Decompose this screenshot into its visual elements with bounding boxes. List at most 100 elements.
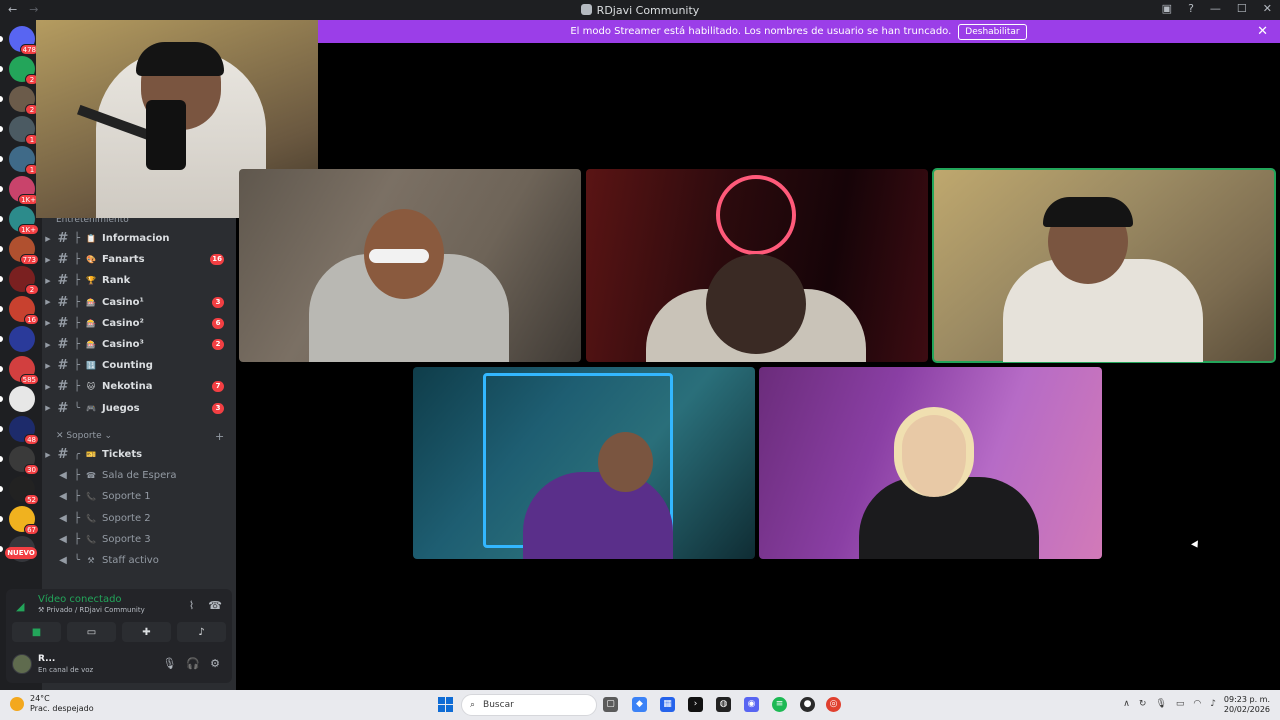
help-icon[interactable]: ?: [1188, 2, 1194, 15]
server-icon[interactable]: [9, 326, 35, 352]
hash-icon: #: [57, 400, 69, 416]
screen-share-button[interactable]: ▭: [67, 622, 116, 642]
inbox-icon[interactable]: ▣: [1162, 2, 1172, 15]
voice-channel-item[interactable]: ◀ ├ 📞 Soporte 3: [42, 529, 236, 550]
collapse-arrow-icon[interactable]: ▶: [42, 362, 54, 370]
server-icon[interactable]: 2: [9, 56, 39, 85]
voice-channel[interactable]: ⚒ Privado / RDjavi Community: [38, 606, 145, 614]
channel-item[interactable]: ▶ # ├ 🎰 Casino³ 2: [42, 334, 236, 355]
headphones-icon[interactable]: 🎧: [186, 657, 200, 670]
voice-channel-item[interactable]: ◀ ├ ☎ Sala de Espera: [42, 465, 236, 486]
hash-icon: #: [57, 447, 69, 462]
server-badge: 48: [24, 434, 39, 445]
collapse-arrow-icon[interactable]: ▶: [42, 341, 54, 349]
server-icon[interactable]: 1: [9, 146, 39, 175]
terminal-icon[interactable]: ›: [688, 697, 703, 712]
channel-item[interactable]: ▶ # ├ 🏆 Rank: [42, 270, 236, 291]
start-button[interactable]: [438, 697, 453, 712]
maximize-icon[interactable]: ☐: [1237, 2, 1247, 15]
unread-pip: [0, 96, 3, 102]
discord-icon[interactable]: ◉: [744, 697, 759, 712]
server-icon[interactable]: 2: [9, 266, 39, 295]
activities-button[interactable]: ✚: [122, 622, 171, 642]
webcam-cap: [136, 42, 224, 76]
channel-label: Casino³: [102, 339, 144, 350]
chevron-up-icon[interactable]: ∧: [1123, 699, 1130, 709]
minimize-icon[interactable]: —: [1210, 2, 1221, 15]
camera-button[interactable]: ■: [12, 622, 61, 642]
add-channel-icon[interactable]: +: [215, 430, 224, 443]
server-icon[interactable]: 16: [9, 296, 39, 325]
server-icon[interactable]: 67: [9, 506, 39, 535]
voice-channel-item[interactable]: ◀ ├ 📞 Soporte 1: [42, 486, 236, 507]
unread-pip: [0, 186, 3, 192]
channel-item[interactable]: ▶ # ├ 🎰 Casino² 6: [42, 313, 236, 334]
microphone-icon[interactable]: 🎙: [162, 657, 176, 670]
weather-widget[interactable]: 24°C Prac. despejado: [10, 694, 94, 714]
tree-line-icon: ├: [73, 512, 81, 524]
app-icon[interactable]: ◍: [716, 697, 731, 712]
close-window-icon[interactable]: ✕: [1263, 2, 1272, 15]
participant-cap: [1043, 197, 1133, 227]
video-tile-5[interactable]: [759, 367, 1102, 559]
noise-suppression-icon[interactable]: ⌇: [189, 599, 194, 612]
collapse-arrow-icon[interactable]: ▶: [42, 319, 54, 327]
wifi-icon[interactable]: ◠: [1193, 699, 1201, 709]
copilot-icon[interactable]: ◆: [632, 697, 647, 712]
volume-icon[interactable]: ♪: [1210, 699, 1216, 709]
server-icon[interactable]: 585: [9, 356, 39, 385]
video-tile-3-speaking[interactable]: [932, 168, 1276, 363]
server-icon[interactable]: 1: [9, 116, 39, 145]
channel-item[interactable]: ▶ # ╭ 🎫 Tickets: [42, 444, 236, 465]
soundboard-button[interactable]: ♪: [177, 622, 226, 642]
mic-tray-icon[interactable]: 🎙: [1155, 699, 1166, 709]
signal-icon[interactable]: ◢: [16, 600, 24, 613]
server-icon[interactable]: 52: [9, 476, 39, 505]
disconnect-icon[interactable]: ☎: [208, 599, 222, 612]
settings-gear-icon[interactable]: ⚙: [210, 657, 220, 670]
server-icon[interactable]: [9, 386, 35, 412]
video-tile-2[interactable]: [586, 169, 928, 362]
task-view-icon[interactable]: ▢: [603, 697, 618, 712]
collapse-arrow-icon[interactable]: ▶: [42, 404, 54, 412]
collapse-arrow-icon[interactable]: ▶: [42, 277, 54, 285]
collapse-arrow-icon[interactable]: ▶: [42, 383, 54, 391]
channel-item[interactable]: ▶ # ╰ 🎮 Juegos 3: [42, 398, 236, 419]
video-tile-4[interactable]: [413, 367, 755, 559]
channel-item[interactable]: ▶ # ├ 🎨 Fanarts 16: [42, 249, 236, 270]
collapse-arrow-icon[interactable]: ▶: [42, 451, 54, 459]
server-icon[interactable]: 478: [9, 26, 39, 55]
server-icon[interactable]: 1K+: [9, 176, 39, 205]
channel-item[interactable]: ▶ # ├ 🔢 Counting: [42, 355, 236, 376]
server-icon[interactable]: 30: [9, 446, 39, 475]
voice-channel-item[interactable]: ◀ ├ 📞 Soporte 2: [42, 508, 236, 529]
close-banner-icon[interactable]: ✕: [1257, 24, 1268, 39]
spotify-icon[interactable]: ≡: [772, 697, 787, 712]
server-icon[interactable]: 1K+: [9, 206, 39, 235]
video-tile-1[interactable]: [239, 169, 581, 362]
hash-icon: #: [57, 358, 69, 374]
channel-item[interactable]: ▶ # ├ 🎰 Casino¹ 3: [42, 292, 236, 313]
channel-item[interactable]: ▶ # ├ 📋 Informacion: [42, 228, 236, 249]
disable-button[interactable]: Deshabilitar: [958, 23, 1027, 40]
server-icon[interactable]: 48: [9, 416, 39, 445]
collapse-arrow-icon[interactable]: ▶: [42, 235, 54, 243]
channel-item[interactable]: ▶ # ├ 🐱 Nekotina 7: [42, 376, 236, 397]
store-icon[interactable]: ▦: [660, 697, 675, 712]
sync-icon[interactable]: ↻: [1139, 699, 1147, 709]
display-icon[interactable]: ▭: [1176, 699, 1185, 709]
clock[interactable]: 09:23 p. m. 20/02/2026: [1224, 695, 1270, 715]
voice-status[interactable]: Vídeo conectado: [38, 594, 122, 605]
category-soporte[interactable]: ✕ Soporte ⌄: [56, 431, 112, 441]
username[interactable]: R...: [38, 654, 55, 664]
collapse-arrow-icon[interactable]: ▶: [42, 298, 54, 306]
chrome-icon[interactable]: ◎: [826, 697, 841, 712]
collapse-arrow-icon[interactable]: ▶: [42, 256, 54, 264]
title-actions: ▣ ? — ☐ ✕: [1162, 2, 1272, 15]
voice-channel-item[interactable]: ◀ ╰ ⚒ Staff activo: [42, 550, 236, 571]
obs-icon[interactable]: ●: [800, 697, 815, 712]
server-icon[interactable]: 2: [9, 86, 39, 115]
taskbar-search[interactable]: ⌕ Buscar: [461, 694, 597, 716]
server-icon[interactable]: 773: [9, 236, 39, 265]
avatar[interactable]: [12, 654, 32, 674]
